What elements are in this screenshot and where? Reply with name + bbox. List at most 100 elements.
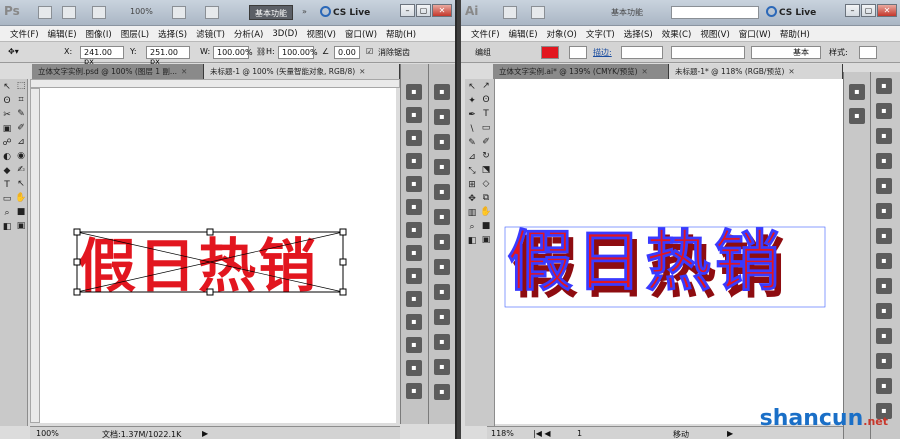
tool-15-icon[interactable]: ◇ bbox=[479, 177, 493, 191]
tool-2-icon[interactable]: ✦ bbox=[465, 94, 479, 108]
menu-item-0[interactable]: 文件(F) bbox=[10, 28, 39, 40]
arrange-docs-icon[interactable] bbox=[172, 6, 186, 19]
menu-item-10[interactable]: 帮助(H) bbox=[386, 28, 416, 40]
psdock1-panel-12-icon[interactable]: ▪ bbox=[406, 360, 422, 376]
restore-button[interactable]: ▢ bbox=[416, 4, 431, 17]
tool-17-icon[interactable]: ⧉ bbox=[479, 191, 493, 205]
status-zoom[interactable]: 100% bbox=[36, 429, 59, 438]
menu-item-5[interactable]: 滤镜(T) bbox=[196, 28, 225, 40]
close-button[interactable]: ✕ bbox=[432, 4, 452, 17]
close-button[interactable]: ✕ bbox=[877, 4, 897, 17]
psdock2-panel-8-icon[interactable]: ▪ bbox=[434, 284, 450, 300]
psdock1-panel-11-icon[interactable]: ▪ bbox=[406, 337, 422, 353]
psdock2-panel-9-icon[interactable]: ▪ bbox=[434, 309, 450, 325]
tool-2-icon[interactable]: ʘ bbox=[0, 94, 14, 108]
minimize-button[interactable]: – bbox=[400, 4, 415, 17]
menu-item-2[interactable]: 图像(I) bbox=[86, 28, 112, 40]
stroke-label[interactable]: 描边: bbox=[593, 47, 612, 58]
tool-6-icon[interactable]: ▣ bbox=[0, 122, 14, 136]
psdock1-panel-9-icon[interactable]: ▪ bbox=[406, 291, 422, 307]
view-extras-icon[interactable] bbox=[92, 6, 106, 19]
tool-13-icon[interactable]: ✍ bbox=[14, 163, 28, 177]
tool-16-icon[interactable]: ▭ bbox=[0, 192, 14, 206]
tool-21-icon[interactable]: ▣ bbox=[14, 219, 28, 233]
aidock2-panel-8-icon[interactable]: ▪ bbox=[876, 278, 892, 294]
tool-7-icon[interactable]: ✐ bbox=[14, 121, 28, 135]
tool-11-icon[interactable]: ◉ bbox=[14, 149, 28, 163]
psdock1-panel-13-icon[interactable]: ▪ bbox=[406, 383, 422, 399]
aidock2-panel-11-icon[interactable]: ▪ bbox=[876, 353, 892, 369]
variable-width-field[interactable] bbox=[671, 46, 745, 59]
tool-18-icon[interactable]: ⌕ bbox=[0, 206, 14, 220]
bridge-icon[interactable] bbox=[38, 6, 52, 19]
screen-mode-icon[interactable] bbox=[205, 6, 219, 19]
tool-15-icon[interactable]: ↖ bbox=[14, 177, 28, 191]
tool-16-icon[interactable]: ✥ bbox=[465, 192, 479, 206]
psdock2-panel-12-icon[interactable]: ▪ bbox=[434, 384, 450, 400]
tool-18-icon[interactable]: ▥ bbox=[465, 206, 479, 220]
tool-0-icon[interactable]: ↖ bbox=[0, 80, 14, 94]
tool-20-icon[interactable]: ⌕ bbox=[465, 220, 479, 234]
tool-11-icon[interactable]: ↻ bbox=[479, 149, 493, 163]
tool-8-icon[interactable]: ☍ bbox=[0, 136, 14, 150]
status-arrow-icon[interactable]: ▶ bbox=[727, 429, 733, 438]
ai-canvas[interactable]: 假日热销 假日热销 bbox=[495, 79, 843, 424]
menu-item-8[interactable]: 视图(V) bbox=[307, 28, 336, 40]
aidock2-panel-2-icon[interactable]: ▪ bbox=[876, 128, 892, 144]
psdock2-panel-6-icon[interactable]: ▪ bbox=[434, 234, 450, 250]
aidock2-panel-9-icon[interactable]: ▪ bbox=[876, 303, 892, 319]
psdock1-panel-7-icon[interactable]: ▪ bbox=[406, 245, 422, 261]
tool-17-icon[interactable]: ✋ bbox=[14, 191, 28, 205]
psdock2-panel-10-icon[interactable]: ▪ bbox=[434, 334, 450, 350]
tool-3-icon[interactable]: ⌗ bbox=[14, 93, 28, 107]
psdock1-panel-8-icon[interactable]: ▪ bbox=[406, 268, 422, 284]
psdock1-panel-6-icon[interactable]: ▪ bbox=[406, 222, 422, 238]
aidock2-panel-5-icon[interactable]: ▪ bbox=[876, 203, 892, 219]
tab-psd[interactable]: 立体文字实例.psd @ 100% (图层 1 副... ✕ bbox=[32, 64, 204, 79]
minimize-button[interactable]: – bbox=[845, 4, 860, 17]
psdock2-panel-2-icon[interactable]: ▪ bbox=[434, 134, 450, 150]
menu-item-2[interactable]: 对象(O) bbox=[547, 28, 577, 40]
psdock1-panel-0-icon[interactable]: ▪ bbox=[406, 84, 422, 100]
more-workspaces-icon[interactable]: » bbox=[302, 7, 307, 16]
tool-7-icon[interactable]: ▭ bbox=[479, 121, 493, 135]
menu-item-5[interactable]: 效果(C) bbox=[662, 28, 692, 40]
brush-field[interactable] bbox=[751, 46, 821, 59]
tool-13-icon[interactable]: ⬔ bbox=[479, 163, 493, 177]
link-icon[interactable]: ⛓ bbox=[256, 47, 266, 56]
psdock1-panel-5-icon[interactable]: ▪ bbox=[406, 199, 422, 215]
aidock2-panel-4-icon[interactable]: ▪ bbox=[876, 178, 892, 194]
angle-field[interactable]: 0.00 bbox=[334, 46, 360, 59]
menu-item-4[interactable]: 选择(S) bbox=[624, 28, 653, 40]
cs-live-button[interactable]: CS Live bbox=[320, 6, 370, 18]
checkbox-icon[interactable]: ☑ bbox=[366, 47, 373, 56]
aidock2-panel-1-icon[interactable]: ▪ bbox=[876, 103, 892, 119]
psdock2-panel-1-icon[interactable]: ▪ bbox=[434, 109, 450, 125]
tool-23-icon[interactable]: ▣ bbox=[479, 233, 493, 247]
aidock2-panel-3-icon[interactable]: ▪ bbox=[876, 153, 892, 169]
x-field[interactable]: 241.00 px bbox=[80, 46, 124, 66]
tool-20-icon[interactable]: ◧ bbox=[0, 220, 14, 234]
menu-item-9[interactable]: 窗口(W) bbox=[345, 28, 377, 40]
tool-19-icon[interactable]: ✋ bbox=[479, 205, 493, 219]
y-field[interactable]: 251.00 px bbox=[146, 46, 190, 66]
psdock1-panel-10-icon[interactable]: ▪ bbox=[406, 314, 422, 330]
menu-item-4[interactable]: 选择(S) bbox=[158, 28, 187, 40]
tool-9-icon[interactable]: ⊿ bbox=[14, 135, 28, 149]
workspace-label[interactable]: 基本功能 bbox=[611, 7, 643, 18]
stroke-swatch[interactable] bbox=[569, 46, 587, 59]
tab-untitled[interactable]: 未标题-1* @ 118% (RGB/预览) ✕ bbox=[669, 64, 843, 79]
ps-canvas[interactable]: 假日热销 bbox=[40, 88, 396, 423]
menu-item-6[interactable]: 视图(V) bbox=[700, 28, 729, 40]
menu-item-7[interactable]: 窗口(W) bbox=[739, 28, 771, 40]
workspace-button[interactable]: 基本功能 bbox=[249, 5, 293, 20]
tool-6-icon[interactable]: \ bbox=[465, 122, 479, 136]
aidock2-panel-7-icon[interactable]: ▪ bbox=[876, 253, 892, 269]
tool-12-icon[interactable]: ◆ bbox=[0, 164, 14, 178]
tool-12-icon[interactable]: ⤡ bbox=[465, 164, 479, 178]
tool-1-icon[interactable]: ⬚ bbox=[14, 79, 28, 93]
aidock2-panel-6-icon[interactable]: ▪ bbox=[876, 228, 892, 244]
tool-14-icon[interactable]: T bbox=[0, 178, 14, 192]
psdock2-panel-3-icon[interactable]: ▪ bbox=[434, 159, 450, 175]
restore-button[interactable]: ▢ bbox=[861, 4, 876, 17]
